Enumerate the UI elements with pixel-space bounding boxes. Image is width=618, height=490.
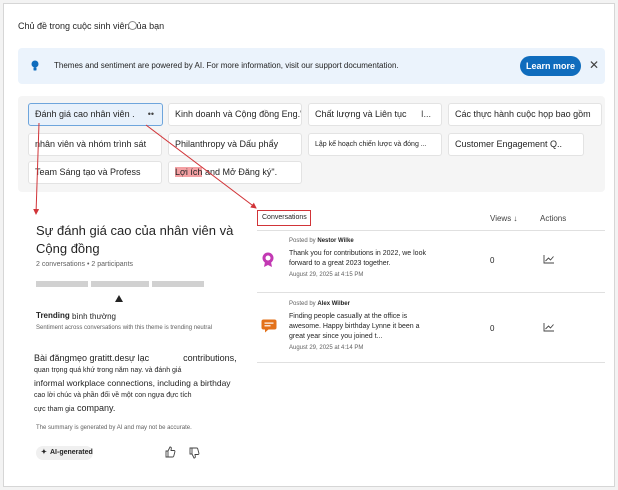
- app-window: Chủ đề trong cuộc sinh viên của bạn Them…: [3, 3, 615, 487]
- sentiment-bar: [36, 281, 204, 287]
- summary-line: contributions,: [183, 353, 237, 363]
- trending-label: Trending: [36, 311, 70, 320]
- summary-title: Sự đánh giá cao của nhân viên và Cộng đồ…: [36, 223, 234, 256]
- theme-chip-label: Các thực hành cuộc họp bao gồm: [455, 109, 591, 119]
- participant-count: 2 participants: [91, 261, 134, 268]
- learn-more-button[interactable]: Learn more: [520, 56, 581, 76]
- sentiment-bar-positive: [152, 281, 204, 287]
- post-date: August 29, 2025 at 4:15 PM: [289, 272, 364, 278]
- theme-chip-quality-continuity[interactable]: Chất lượng và Liên tục I...: [308, 103, 442, 126]
- page-title: Chủ đề trong cuộc sinh viên của bạn: [18, 21, 165, 31]
- thumbs-up-icon[interactable]: [164, 446, 176, 458]
- theme-chip-philanthropy[interactable]: Philanthropy và Dấu phẩy: [168, 133, 302, 156]
- theme-chip-customer-engagement[interactable]: Customer Engagement Q..: [448, 133, 584, 156]
- summary-line: cao lời chúc và phần đối về một con ngựa…: [34, 391, 192, 399]
- theme-chip-staff-team[interactable]: nhân viên và nhóm trình sát: [28, 133, 162, 156]
- theme-chip-label: Đánh giá cao nhân viên .: [35, 109, 135, 119]
- theme-chip-label-prefix: Ph: [175, 139, 187, 149]
- banner-text: Themes and sentiment are powered by AI. …: [54, 61, 399, 70]
- theme-chip-label: and Mở Đăng ký".: [204, 167, 278, 177]
- sentiment-bar-negative: [36, 281, 88, 287]
- theme-chip-business-community[interactable]: Kinh doanh và Cộng đồng Eng.": [168, 103, 302, 126]
- theme-chip-label: Team Sáng tạo và Profess: [35, 167, 141, 177]
- theme-chip-label: ilanthropy và Dấu phẩy: [186, 139, 279, 149]
- ai-generated-badge: ✦ AI-generated: [36, 446, 93, 460]
- theme-chip-meeting-practices[interactable]: Các thực hành cuộc họp bao gồm: [448, 103, 602, 126]
- summary-line: informal workplace connections, includin…: [34, 378, 231, 388]
- ai-disclaimer: The summary is generated by AI and may n…: [36, 425, 192, 431]
- view-count: 0: [490, 324, 495, 333]
- theme-chip-highlight: Lợi ích: [175, 167, 203, 177]
- sparkle-icon: ✦: [41, 449, 47, 456]
- summary-text: Bài đăngmẹo gratitt.desự lạc contribution…: [34, 352, 249, 417]
- tab-conversations[interactable]: Conversations: [257, 210, 311, 226]
- author-name: Nestor Wilke: [317, 238, 354, 244]
- divider: [257, 292, 605, 293]
- lightbulb-icon: [31, 60, 39, 71]
- meta-separator: •: [86, 261, 90, 268]
- summary-line: Bài đăngmẹo gratitt.desự lạc: [34, 353, 150, 363]
- ai-generated-label: AI-generated: [50, 449, 93, 456]
- summary-meta: 2 conversations • 2 participants: [36, 261, 133, 268]
- sentiment-bar-neutral: [91, 281, 149, 287]
- analytics-icon[interactable]: [543, 322, 555, 332]
- post-text: Finding people casually at the office is…: [289, 313, 420, 340]
- posted-by: Posted by Nestor Wilke: [289, 238, 354, 244]
- chat-bubble-icon: [261, 319, 277, 333]
- analytics-icon[interactable]: [543, 254, 555, 264]
- award-badge-icon: [262, 252, 274, 267]
- table-row[interactable]: Posted by Alex Wilber Finding people cas…: [257, 297, 605, 359]
- theme-chip-employee-appreciation[interactable]: Đánh giá cao nhân viên . ••: [28, 103, 163, 126]
- view-count: 0: [490, 256, 495, 265]
- close-icon[interactable]: ✕: [588, 58, 600, 72]
- summary-line: quan trọng quá khứ trong năm nay. và đán…: [34, 366, 182, 374]
- summary-line: cực tham gia: [34, 406, 75, 413]
- theme-chip-label: nhân viên và nhóm trình sát: [35, 139, 147, 149]
- sentiment-marker-icon: [115, 295, 123, 302]
- theme-chip-suffix: I...: [420, 109, 431, 119]
- theme-chip-label: Kinh doanh và Cộng đồng Eng.": [175, 109, 302, 119]
- thumbs-down-icon[interactable]: [188, 447, 200, 459]
- post-text: Thank you for contributions in 2022, we …: [289, 250, 426, 267]
- trending-value: bình thường: [72, 312, 116, 321]
- conversation-count: 2 conversations: [36, 261, 86, 268]
- theme-chip-label: Lập kế hoạch chiến lược và đóng ...: [315, 141, 427, 148]
- divider: [257, 230, 605, 231]
- table-row[interactable]: Posted by Nestor Wilke Thank you for con…: [257, 234, 605, 290]
- theme-chip-label: Customer Engagement Q..: [455, 139, 563, 149]
- theme-chip-label: Chất lượng và Liên tục: [315, 109, 407, 119]
- column-header-actions: Actions: [540, 214, 567, 223]
- author-name: Alex Wilber: [317, 301, 350, 307]
- posted-by: Posted by Alex Wilber: [289, 301, 350, 307]
- trending-description: Sentiment across conversations with this…: [36, 325, 213, 331]
- cursor-circle-icon: [128, 21, 137, 30]
- theme-chip-panel: Đánh giá cao nhân viên . •• Kinh doanh v…: [18, 96, 605, 192]
- divider: [257, 362, 605, 363]
- theme-chip-creative-team[interactable]: Team Sáng tạo và Profess: [28, 161, 162, 184]
- theme-chip-benefits-enrollment[interactable]: Lợi ích and Mở Đăng ký".: [168, 161, 302, 184]
- post-date: August 29, 2025 at 4:14 PM: [289, 345, 364, 351]
- more-options-icon[interactable]: ••: [148, 104, 154, 125]
- ai-info-banner: Themes and sentiment are powered by AI. …: [18, 48, 605, 84]
- column-header-views[interactable]: Views ↓: [490, 214, 517, 223]
- theme-chip-strategic-planning[interactable]: Lập kế hoạch chiến lược và đóng ...: [308, 133, 442, 156]
- summary-line: company.: [77, 403, 116, 413]
